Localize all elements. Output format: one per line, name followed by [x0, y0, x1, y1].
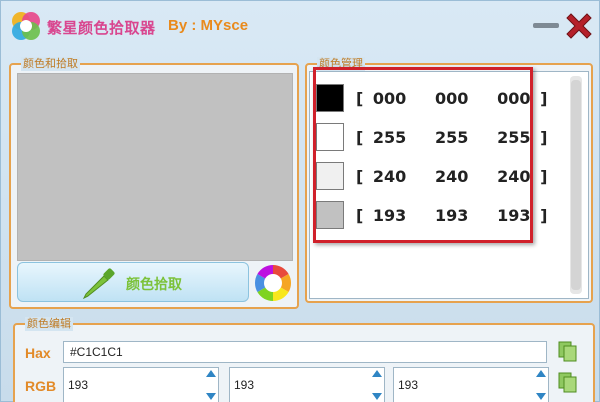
- red-value: 193: [68, 378, 89, 392]
- spin-down-icon[interactable]: [206, 393, 216, 400]
- spin-up-icon[interactable]: [206, 370, 216, 377]
- hex-input[interactable]: [63, 341, 547, 363]
- green-stepper[interactable]: 193: [229, 367, 385, 402]
- app-title: 繁星颜色拾取器: [47, 20, 156, 37]
- edit-group-title: 颜色编辑: [25, 317, 73, 331]
- color-preview: [17, 73, 293, 261]
- rgb-label: RGB: [25, 378, 57, 394]
- green-value: 193: [234, 378, 255, 392]
- swatch-rgb-text: [ 000 000 000 ]: [356, 89, 548, 108]
- minimize-button[interactable]: [531, 18, 561, 32]
- picker-group-title: 颜色和拾取: [21, 57, 80, 71]
- spin-down-icon[interactable]: [372, 393, 382, 400]
- picker-group: 颜色和拾取 颜色拾取: [9, 57, 299, 309]
- copy-icon[interactable]: [557, 340, 579, 362]
- swatch-row-gray[interactable]: [ 193 193 193 ]: [316, 199, 566, 231]
- spin-up-icon[interactable]: [372, 370, 382, 377]
- close-icon: [566, 13, 592, 39]
- pick-color-label: 颜色拾取: [126, 276, 182, 292]
- edit-group: 颜色编辑 Hax RGB 193 193 193: [13, 317, 595, 402]
- logo-icon: [12, 12, 40, 40]
- pen-icon: [82, 268, 115, 300]
- pick-color-button[interactable]: 颜色拾取: [17, 262, 249, 302]
- close-button[interactable]: [563, 10, 595, 42]
- swatch-rgb-text: [ 255 255 255 ]: [356, 128, 548, 147]
- swatch-rgb-text: [ 240 240 240 ]: [356, 167, 548, 186]
- copy-icon[interactable]: [557, 371, 579, 393]
- swatch-row-white[interactable]: [ 255 255 255 ]: [316, 121, 566, 153]
- app-window: 繁星颜色拾取器 By : MYsce 颜色和拾取 颜色拾取 颜色管理 [000…: [0, 0, 600, 402]
- swatch-gray: [316, 201, 344, 229]
- color-wheel-icon[interactable]: [253, 263, 293, 303]
- scroll-thumb[interactable]: [571, 80, 581, 290]
- swatch-row-light-gray[interactable]: [ 240 240 240 ]: [316, 160, 566, 192]
- vertical-scrollbar[interactable]: [570, 76, 582, 294]
- spin-up-icon[interactable]: [536, 370, 546, 377]
- spin-down-icon[interactable]: [536, 393, 546, 400]
- red-stepper[interactable]: 193: [63, 367, 219, 402]
- swatch-black: [316, 84, 344, 112]
- blue-stepper[interactable]: 193: [393, 367, 549, 402]
- manage-group-title: 颜色管理: [317, 57, 365, 71]
- title-bar: 繁星颜色拾取器 By : MYsce: [1, 1, 600, 51]
- minimize-icon: [533, 23, 559, 28]
- blue-value: 193: [398, 378, 419, 392]
- swatch-white: [316, 123, 344, 151]
- swatch-list: [ 000 000 000 ] [ 255 255 255 ] [ 240 24…: [309, 71, 589, 299]
- swatch-rgb-text: [ 193 193 193 ]: [356, 206, 548, 225]
- swatch-row-black[interactable]: [ 000 000 000 ]: [316, 82, 566, 114]
- hax-label: Hax: [25, 345, 51, 361]
- author-label: By : MYsce: [168, 17, 249, 34]
- swatch-light-gray: [316, 162, 344, 190]
- manage-group: 颜色管理 [ 000 000 000 ] [ 255 255 255 ] [ 2…: [305, 57, 593, 303]
